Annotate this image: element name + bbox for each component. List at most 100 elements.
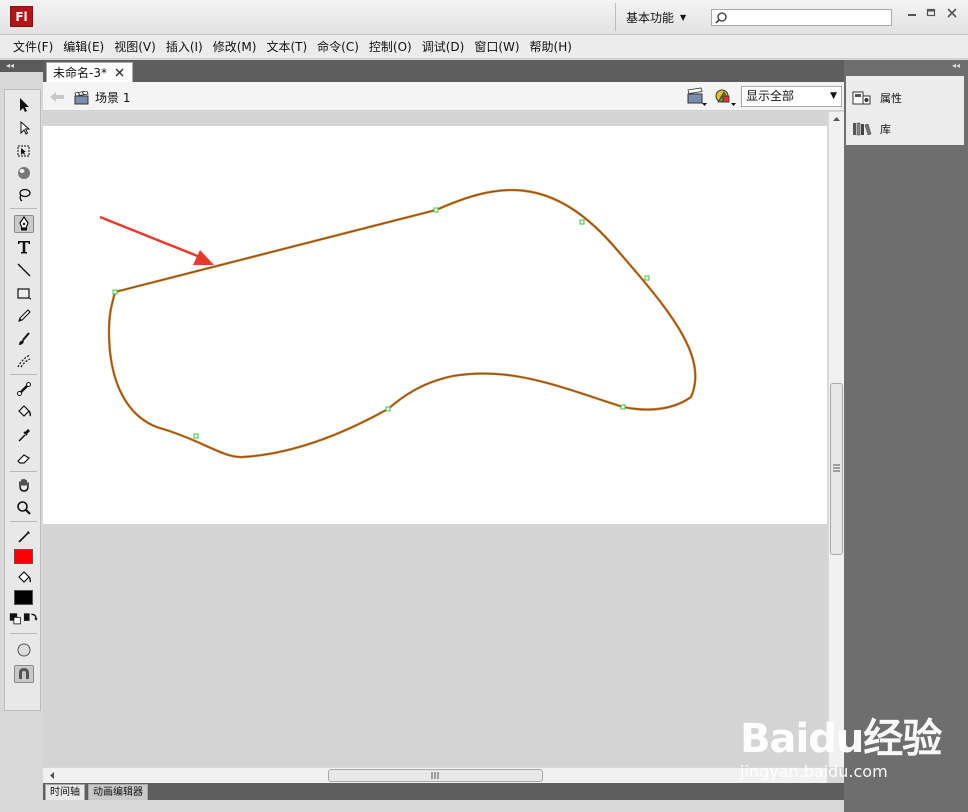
- pen-tool[interactable]: [14, 215, 34, 233]
- document-tab[interactable]: 未命名-3*: [46, 62, 133, 82]
- menu-insert[interactable]: 插入(I): [161, 38, 208, 55]
- anchor-point[interactable]: [620, 404, 626, 410]
- horizontal-scroll-thumb[interactable]: [328, 769, 543, 782]
- sphere-icon: [18, 167, 30, 179]
- baidu-watermark: Baidu经验 jingyan.baidu.com: [740, 706, 942, 781]
- text-tool[interactable]: [14, 238, 34, 256]
- pen-nib-icon: [19, 216, 29, 231]
- scroll-left-icon[interactable]: [47, 769, 57, 782]
- pencil-tool[interactable]: [14, 307, 34, 325]
- toolbar-divider: [10, 521, 37, 522]
- bottom-panel-tabs: [43, 783, 844, 800]
- menu-edit[interactable]: 编辑(E): [58, 38, 109, 55]
- chevron-down-icon: ▼: [830, 91, 837, 101]
- document-tab-label: 未命名-3*: [53, 66, 107, 80]
- brush-icon: [19, 332, 30, 345]
- deco-tool[interactable]: [14, 352, 34, 370]
- anchor-point[interactable]: [579, 219, 585, 225]
- anchor-point[interactable]: [385, 406, 391, 412]
- stroke-color-swatch[interactable]: [14, 549, 33, 564]
- free-transform-icon: [17, 145, 30, 157]
- scene-label: 场景 1: [95, 91, 131, 105]
- watermark-url: jingyan.baidu.com: [740, 762, 888, 781]
- zoom-tool[interactable]: [14, 499, 34, 517]
- close-window-button[interactable]: [945, 8, 959, 22]
- minimize-button[interactable]: [905, 8, 919, 22]
- document-tab-bar: [43, 60, 844, 82]
- line-tool[interactable]: [14, 261, 34, 279]
- line-icon: [17, 263, 31, 277]
- anchor-point[interactable]: [433, 207, 439, 213]
- menu-control[interactable]: 控制(O): [364, 38, 417, 55]
- menu-text[interactable]: 文本(T): [261, 38, 312, 55]
- eyedropper-tool[interactable]: [14, 426, 34, 444]
- anchor-point[interactable]: [644, 275, 650, 281]
- library-icon: [853, 122, 872, 136]
- edit-scene-icon[interactable]: [686, 87, 708, 107]
- edit-symbols-icon[interactable]: [713, 87, 737, 107]
- lasso-icon: [19, 188, 31, 202]
- snap-to-objects-button[interactable]: [14, 665, 34, 683]
- tab-timeline[interactable]: 时间轴: [45, 784, 85, 800]
- swap-colors-icon: [23, 613, 38, 621]
- annotation-arrow: [99, 215, 214, 265]
- 3d-rotation-tool[interactable]: [14, 164, 34, 182]
- menu-file[interactable]: 文件(F): [8, 38, 58, 55]
- stroke-color-label: [14, 528, 34, 546]
- scene-breadcrumb[interactable]: 场景 1: [74, 89, 130, 106]
- vertical-scroll-thumb[interactable]: [830, 383, 843, 555]
- magnet-icon: [19, 668, 29, 679]
- toolbar-divider: [10, 633, 37, 634]
- subselect-pointer-icon: [20, 120, 31, 135]
- black-white-button[interactable]: [9, 610, 22, 628]
- help-search-input[interactable]: [711, 9, 892, 26]
- workspace-label: 基本功能: [626, 10, 675, 25]
- rectangle-icon: [17, 288, 31, 300]
- close-icon[interactable]: [115, 68, 124, 77]
- properties-panel-button[interactable]: 属性: [852, 90, 902, 106]
- brush-tool[interactable]: [14, 330, 34, 348]
- anchor-point[interactable]: [112, 289, 118, 295]
- back-arrow-icon[interactable]: [49, 91, 65, 103]
- fill-color-swatch[interactable]: [14, 590, 33, 605]
- tab-motion-editor[interactable]: 动画编辑器: [88, 784, 148, 800]
- eraser-tool[interactable]: [14, 449, 34, 467]
- arrow-pointer-icon: [20, 98, 29, 112]
- maximize-button[interactable]: [924, 8, 938, 22]
- hand-icon: [19, 478, 29, 492]
- free-transform-tool[interactable]: [14, 142, 34, 160]
- menu-help[interactable]: 帮助(H): [525, 38, 577, 55]
- paint-bucket-tool[interactable]: [14, 403, 34, 421]
- drawn-shape[interactable]: [43, 126, 827, 524]
- rectangle-tool[interactable]: [14, 284, 34, 302]
- subselection-tool[interactable]: [14, 119, 34, 137]
- stroke-color-fill: [15, 550, 32, 563]
- eraser-icon: [17, 454, 30, 464]
- toolbar-divider: [10, 208, 37, 209]
- hand-tool[interactable]: [14, 476, 34, 494]
- grip-icon: [833, 464, 840, 472]
- menu-modify[interactable]: 修改(M): [208, 38, 262, 55]
- zoom-dropdown[interactable]: 显示全部 ▼: [741, 86, 842, 107]
- scroll-up-icon[interactable]: [830, 114, 843, 124]
- title-bar: Fl 基本功能 ▼: [0, 0, 968, 35]
- anchor-point[interactable]: [193, 433, 199, 439]
- workspace-switcher[interactable]: 基本功能 ▼: [615, 3, 686, 31]
- fill-bucket-icon: [18, 571, 32, 583]
- menu-window[interactable]: 窗口(W): [469, 38, 524, 55]
- library-panel-button[interactable]: 库: [852, 121, 891, 137]
- right-panel-dock: [844, 60, 968, 812]
- lasso-tool[interactable]: [14, 186, 34, 204]
- menu-commands[interactable]: 命令(C): [312, 38, 364, 55]
- collapse-arrows-icon[interactable]: ◂◂: [6, 60, 14, 72]
- menu-view[interactable]: 视图(V): [109, 38, 161, 55]
- object-drawing-icon: [17, 643, 31, 657]
- grip-icon: [431, 772, 439, 779]
- menu-debug[interactable]: 调试(D): [417, 38, 470, 55]
- toolbar-divider: [10, 374, 37, 375]
- selection-tool[interactable]: [14, 96, 34, 114]
- swap-colors-button[interactable]: [23, 610, 38, 628]
- collapse-arrows-icon[interactable]: ◂◂: [952, 60, 960, 72]
- bone-tool[interactable]: [14, 380, 34, 398]
- object-drawing-button[interactable]: [14, 641, 34, 659]
